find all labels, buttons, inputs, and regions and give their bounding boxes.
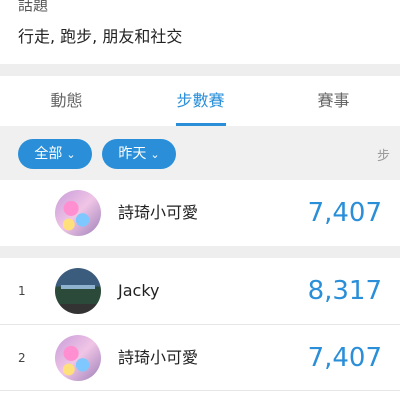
rank-number: 2: [18, 351, 26, 365]
tab-feed[interactable]: 動態: [0, 76, 133, 126]
step-count: 8,317: [307, 276, 382, 306]
date-filter-button[interactable]: 昨天 ⌄: [102, 139, 176, 169]
user-name: Jacky: [118, 281, 160, 300]
chevron-down-icon: ⌄: [150, 148, 160, 161]
step-count: 7,407: [307, 343, 382, 373]
tab-step-challenge[interactable]: 步數賽: [134, 76, 267, 126]
user-name: 詩琦小可愛: [118, 348, 199, 367]
topic-tags: 行走, 跑步, 朋友和社交: [18, 27, 183, 46]
avatar: [55, 190, 101, 236]
tab-events[interactable]: 賽事: [267, 76, 400, 126]
avatar: [55, 335, 101, 381]
scope-filter-label: 全部: [34, 146, 63, 162]
table-row[interactable]: 2 詩琦小可愛 7,407: [0, 325, 400, 391]
user-name: 詩琦小可愛: [118, 203, 199, 222]
section-gap: [0, 246, 400, 258]
avatar: [55, 268, 101, 314]
tab-bar: 動態 步數賽 賽事: [0, 76, 400, 126]
table-row[interactable]: 1 Jacky 8,317: [0, 258, 400, 324]
section-gap: [0, 64, 400, 76]
date-filter-label: 昨天: [118, 146, 147, 162]
topic-title: 話題: [18, 0, 49, 14]
rank-number: 1: [18, 284, 26, 298]
filter-bar: 全部 ⌄ 昨天 ⌄ 步: [0, 126, 400, 180]
chevron-down-icon: ⌄: [66, 148, 76, 161]
my-entry-row[interactable]: 詩琦小可愛 7,407: [0, 180, 400, 246]
scope-filter-button[interactable]: 全部 ⌄: [18, 139, 92, 169]
step-count: 7,407: [307, 198, 382, 228]
unit-label: 步: [376, 149, 390, 164]
topic-section: 話題 行走, 跑步, 朋友和社交: [0, 0, 400, 64]
divider: [0, 390, 400, 391]
